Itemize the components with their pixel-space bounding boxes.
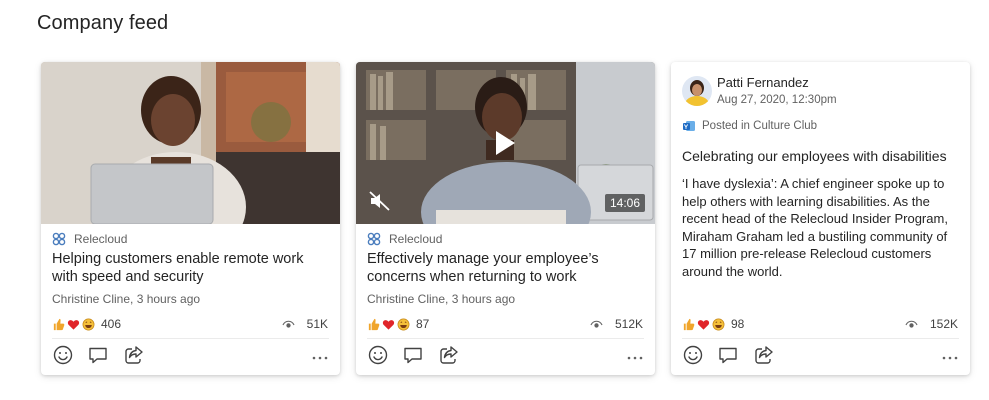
eye-icon (282, 320, 295, 328)
comment-icon (89, 347, 107, 364)
post-timestamp: Aug 27, 2020, 12:30pm (717, 94, 837, 106)
card-actions (682, 344, 959, 368)
card-actions (52, 344, 329, 368)
source-name: Relecloud (389, 232, 443, 246)
posted-in-community[interactable]: Posted in Culture Club (682, 119, 817, 133)
reaction-summary[interactable]: 98 (682, 317, 744, 331)
mute-icon[interactable] (368, 190, 392, 212)
article-headline[interactable]: Helping customers enable remote work wit… (52, 250, 322, 286)
add-reaction-icon (683, 345, 703, 365)
video-duration: 14:06 (604, 194, 645, 212)
comment-icon (404, 347, 422, 364)
reaction-count: 87 (416, 317, 430, 331)
view-count: 512K (590, 317, 643, 331)
post-title[interactable]: Celebrating our employees with disabilit… (682, 148, 962, 164)
comment-button[interactable] (87, 344, 109, 366)
share-button[interactable] (753, 344, 775, 366)
article-source[interactable]: Relecloud (52, 232, 127, 246)
article-source[interactable]: Relecloud (367, 232, 442, 246)
share-icon (755, 346, 773, 364)
more-icon (942, 356, 958, 360)
heart-emoji-icon (382, 319, 395, 330)
divider (682, 338, 959, 339)
more-options-button[interactable] (941, 344, 959, 366)
comment-button[interactable] (717, 344, 739, 366)
news-card-returning-to-work[interactable]: 14:06 Relecloud Effectively manage your … (356, 62, 655, 375)
eye-icon (905, 320, 918, 328)
heart-emoji-icon (67, 319, 80, 330)
source-name: Relecloud (74, 232, 128, 246)
more-options-button[interactable] (626, 344, 644, 366)
avatar[interactable] (682, 76, 712, 106)
like-emoji-icon (53, 318, 65, 330)
comment-button[interactable] (402, 344, 424, 366)
more-icon (312, 356, 328, 360)
reaction-summary[interactable]: 406 (52, 317, 121, 331)
article-byline: Christine Cline, 3 hours ago (367, 292, 516, 306)
author-name[interactable]: Patti Fernandez (717, 75, 809, 90)
add-reaction-button[interactable] (367, 344, 389, 366)
laugh-emoji-icon (397, 318, 410, 330)
posted-in-label: Posted in Culture Club (702, 120, 818, 132)
view-count: 152K (905, 317, 958, 331)
article-byline: Christine Cline, 3 hours ago (52, 292, 201, 306)
share-button[interactable] (438, 344, 460, 366)
eye-icon (590, 320, 603, 328)
divider (52, 338, 329, 339)
share-icon (125, 346, 143, 364)
relecloud-logo-icon (52, 232, 66, 246)
views-value: 51K (306, 317, 328, 331)
comment-icon (719, 347, 737, 364)
view-count: 51K (282, 317, 328, 331)
views-value: 152K (929, 317, 958, 331)
article-headline[interactable]: Effectively manage your employee’s conce… (367, 250, 637, 286)
relecloud-logo-icon (367, 232, 381, 246)
reaction-count: 98 (731, 317, 745, 331)
community-icon (683, 121, 695, 131)
more-icon (627, 356, 643, 360)
laugh-emoji-icon (712, 318, 725, 330)
divider (367, 338, 644, 339)
views-value: 512K (614, 317, 643, 331)
post-card-culture-club[interactable]: Patti Fernandez Aug 27, 2020, 12:30pm Po… (671, 62, 970, 375)
heart-emoji-icon (697, 319, 710, 330)
page-title: Company feed (37, 12, 169, 34)
like-emoji-icon (368, 318, 380, 330)
more-options-button[interactable] (311, 344, 329, 366)
post-body: ‘I have dyslexia’: A chief engineer spok… (682, 176, 948, 279)
laugh-emoji-icon (82, 318, 95, 330)
reaction-summary[interactable]: 87 (367, 317, 429, 331)
add-reaction-icon (53, 345, 73, 365)
play-icon[interactable] (494, 130, 516, 156)
share-button[interactable] (123, 344, 145, 366)
add-reaction-button[interactable] (682, 344, 704, 366)
news-card-remote-work[interactable]: Relecloud Helping customers enable remot… (41, 62, 340, 375)
add-reaction-button[interactable] (52, 344, 74, 366)
like-emoji-icon (683, 318, 695, 330)
share-icon (440, 346, 458, 364)
reaction-count: 406 (101, 317, 122, 331)
article-thumbnail[interactable] (41, 62, 340, 224)
add-reaction-icon (368, 345, 388, 365)
card-actions (367, 344, 644, 368)
